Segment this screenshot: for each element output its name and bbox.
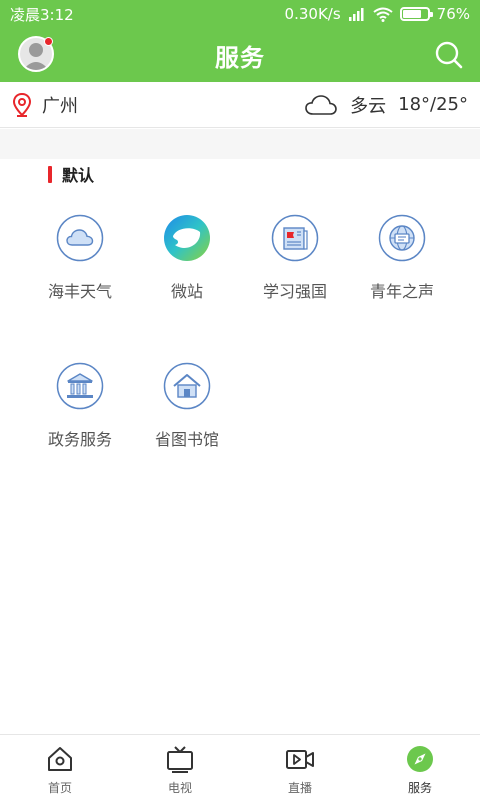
tv-icon [167,746,193,773]
service-label: 政务服务 [47,430,112,449]
network-speed: 0.30K/s [284,5,341,23]
section-divider [0,129,480,159]
weather-condition: 多云 [350,95,387,117]
battery-percent: 76% [436,5,470,23]
nav-label: 服务 [407,781,432,795]
status-bar: 凌晨3:12 0.30K/s 76% [0,0,480,28]
section-title: 默认 [62,166,95,185]
government-building-icon [56,362,104,410]
live-video-icon [286,750,314,769]
app-root: 凌晨3:12 0.30K/s 76% 服务 广州 多云 18°/25° 默认 海… [0,0,480,800]
service-weizhan[interactable]: 微站 [127,214,247,324]
battery-icon [399,7,433,21]
newspaper-flag-icon [271,214,319,262]
nav-label: 直播 [287,781,312,795]
page-title: 服务 [215,43,265,72]
service-zhengwu[interactable]: 政务服务 [20,362,140,472]
status-time: 凌晨3:12 [10,5,74,24]
nav-service[interactable]: 服务 [360,735,480,800]
service-library[interactable]: 省图书馆 [127,362,247,472]
home-icon [48,747,72,771]
wifi-icon [373,7,393,22]
service-label: 青年之声 [369,282,434,301]
nav-live[interactable]: 直播 [240,735,360,800]
nav-label: 电视 [167,781,192,795]
city-name: 广州 [42,95,78,117]
temperature-range: 18°/25° [398,94,468,115]
nav-home[interactable]: 首页 [0,735,120,800]
cloud-icon [305,94,337,115]
service-xuexi[interactable]: 学习强国 [235,214,355,324]
section-header: 默认 [48,162,94,186]
weizhan-logo [164,215,210,261]
service-label: 微站 [170,282,203,301]
search-icon[interactable] [434,40,464,70]
location-weather-bar[interactable]: 广州 多云 18°/25° [0,82,480,128]
service-qingnian[interactable]: 青年之声 [342,214,462,324]
service-label: 海丰天气 [47,282,112,301]
globe-message-icon [378,214,426,262]
top-app-bar: 服务 [0,28,480,82]
cloud-icon [56,214,104,262]
nav-tv[interactable]: 电视 [120,735,240,800]
notification-dot [44,37,53,46]
location-pin-icon [12,92,32,117]
bottom-navigation: 首页 电视 直播 服务 [0,734,480,800]
compass-icon [407,746,433,772]
service-label: 学习强国 [262,282,327,301]
battery-fill [402,10,421,18]
service-weather[interactable]: 海丰天气 [20,214,140,324]
nav-label: 首页 [47,781,72,795]
service-label: 省图书馆 [154,430,219,449]
signal-icon [348,8,364,21]
weather-info: 多云 18°/25° [304,92,468,118]
section-marker [48,165,52,183]
status-indicators: 0.30K/s 76% [285,5,470,23]
library-house-icon [163,362,211,410]
